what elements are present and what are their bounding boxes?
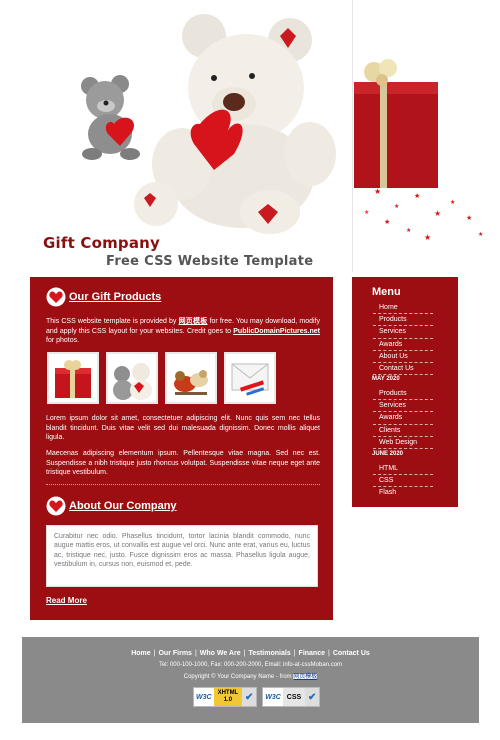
lorem-paragraph-1: Lorem ipsum dolor sit amet, consectetuer… [46, 415, 320, 441]
svg-text:★: ★ [384, 218, 390, 226]
footer-contact: Tel: 000-100-1000, Fax: 000-200-2000, Em… [158, 662, 343, 668]
svg-text:★: ★ [406, 227, 411, 234]
svg-text:★: ★ [394, 203, 399, 210]
css-validation-badge[interactable]: W3C CSS ✔ [262, 687, 321, 707]
site-title: Gift Company [43, 234, 161, 252]
white-teddy-image [134, 14, 336, 234]
archive-item-html[interactable]: HTML [373, 463, 433, 476]
toy-animals-thumb[interactable] [165, 352, 217, 404]
archive-item-css[interactable]: CSS [373, 475, 433, 488]
w3c-logo: W3C [263, 688, 283, 706]
archive-item-clients[interactable]: Clients [373, 425, 433, 437]
footer: Home | Our Firms | Who We Are | Testimonials | F… [22, 637, 479, 723]
footer-copyright: Copyright © Your Company Name - from 网页模… [22, 671, 479, 680]
archive-item-web-design[interactable]: Web Design [373, 437, 433, 450]
gift-products-heading[interactable]: Our Gift Products [69, 291, 161, 303]
gift-box-thumb-image [55, 360, 91, 398]
about-text-box: Curabitur nec odio. Phasellus tincidunt,… [46, 525, 318, 587]
heart-icon [46, 496, 66, 516]
nav-separator: | [194, 650, 197, 657]
svg-text:★: ★ [374, 187, 381, 196]
about-heading[interactable]: About Our Company [69, 500, 177, 512]
nav-separator: | [328, 650, 330, 657]
template-link[interactable]: 网页模板 [179, 318, 208, 325]
gift-card-thumb-image [231, 363, 269, 396]
sidebar-title: Menu [372, 286, 401, 298]
svg-text:★: ★ [450, 199, 455, 206]
toy-animals-thumb-image [174, 370, 208, 395]
sidebar: Menu Home Products Services Awards About… [352, 277, 458, 507]
svg-text:★: ★ [478, 231, 483, 238]
xhtml-validation-badge[interactable]: W3C XHTML 1.0 ✔ [193, 687, 258, 707]
nav-separator: | [243, 650, 246, 657]
sidebar-item-awards[interactable]: Awards [373, 339, 433, 351]
photo-credit-link[interactable]: PublicDomainPictures.net [233, 328, 320, 335]
footer-link-testimonials[interactable]: Testimonials [248, 650, 290, 657]
svg-text:★: ★ [414, 192, 420, 200]
footer-nav: Home | Our Firms | Who We Are | Testimonials | F… [22, 650, 479, 657]
sidebar-item-products[interactable]: Products [373, 314, 433, 327]
sidebar-item-about-us[interactable]: About Us [373, 351, 433, 364]
gift-box-thumb[interactable] [47, 352, 99, 404]
copyright-text: Copyright © Your Company Name - from [183, 674, 294, 680]
svg-text:★: ★ [364, 209, 369, 216]
sidebar-item-home[interactable]: Home [373, 302, 433, 315]
validation-badges: W3C XHTML 1.0 ✔ W3C CSS ✔ [193, 687, 321, 707]
intro-text-1: This CSS website template is provided by [46, 318, 179, 325]
check-icon: ✔ [305, 688, 320, 706]
footer-link-our-firms[interactable]: Our Firms [158, 650, 191, 657]
archive-label-june: JUNE 2020 [372, 451, 404, 457]
archive-item-awards[interactable]: Awards [373, 412, 433, 425]
heart-icon [46, 287, 66, 307]
w3c-logo: W3C [194, 688, 214, 706]
sidebar-item-contact-us[interactable]: Contact Us [373, 363, 433, 376]
gift-products-header: Our Gift Products [46, 287, 161, 307]
css-label: CSS [282, 688, 306, 706]
archive-label-may: MAY 2020 [372, 376, 400, 382]
xhtml-version: 1.0 [223, 697, 233, 703]
star-confetti-image: ★ ★ ★ ★ ★ ★ ★ ★ ★ ★ ★ [364, 187, 483, 242]
footer-link-finance[interactable]: Finance [299, 650, 325, 657]
divider [46, 484, 320, 485]
main-content: Our Gift Products This CSS website templ… [30, 277, 333, 620]
svg-text:★: ★ [466, 214, 472, 222]
archive-may: Products Services Awards Clients Web Des… [373, 388, 433, 450]
xhtml-tag: XHTML 1.0 [213, 688, 243, 706]
archive-item-services[interactable]: Services [373, 400, 433, 413]
footer-link-who-we-are[interactable]: Who We Are [200, 650, 241, 657]
sidebar-menu: Home Products Services Awards About Us C… [373, 302, 433, 376]
sidebar-item-services[interactable]: Services [373, 326, 433, 339]
archive-item-products[interactable]: Products [373, 388, 433, 401]
footer-link-home[interactable]: Home [131, 650, 150, 657]
gift-products-intro: This CSS website template is provided by… [46, 317, 320, 346]
gift-box-image [354, 59, 438, 188]
svg-text:★: ★ [434, 209, 441, 218]
check-icon: ✔ [242, 688, 257, 706]
about-header: About Our Company [46, 496, 177, 516]
lorem-paragraph-2: Maecenas adipiscing elementum ipsum. Pel… [46, 450, 320, 476]
nav-separator: | [153, 650, 156, 657]
footer-link-contact-us[interactable]: Contact Us [333, 650, 370, 657]
nav-separator: | [293, 650, 296, 657]
svg-text:★: ★ [424, 233, 431, 242]
copyright-link[interactable]: 网页模板 [293, 674, 318, 680]
product-thumbnails [47, 352, 276, 404]
archive-item-flash[interactable]: Flash [373, 487, 433, 498]
header: ★ ★ ★ ★ ★ ★ ★ ★ ★ ★ ★ Gift Company Free … [0, 0, 500, 272]
archive-june: HTML CSS Flash [373, 463, 433, 499]
teddy-bears-thumb[interactable] [106, 352, 158, 404]
gift-card-thumb[interactable] [224, 352, 276, 404]
teddy-bears-thumb-image [113, 363, 152, 400]
xhtml-label: XHTML [217, 690, 239, 696]
intro-text-3: for photos. [46, 337, 80, 344]
header-divider [352, 0, 353, 272]
read-more-link[interactable]: Read More [46, 596, 87, 605]
site-subtitle: Free CSS Website Template [106, 254, 314, 269]
